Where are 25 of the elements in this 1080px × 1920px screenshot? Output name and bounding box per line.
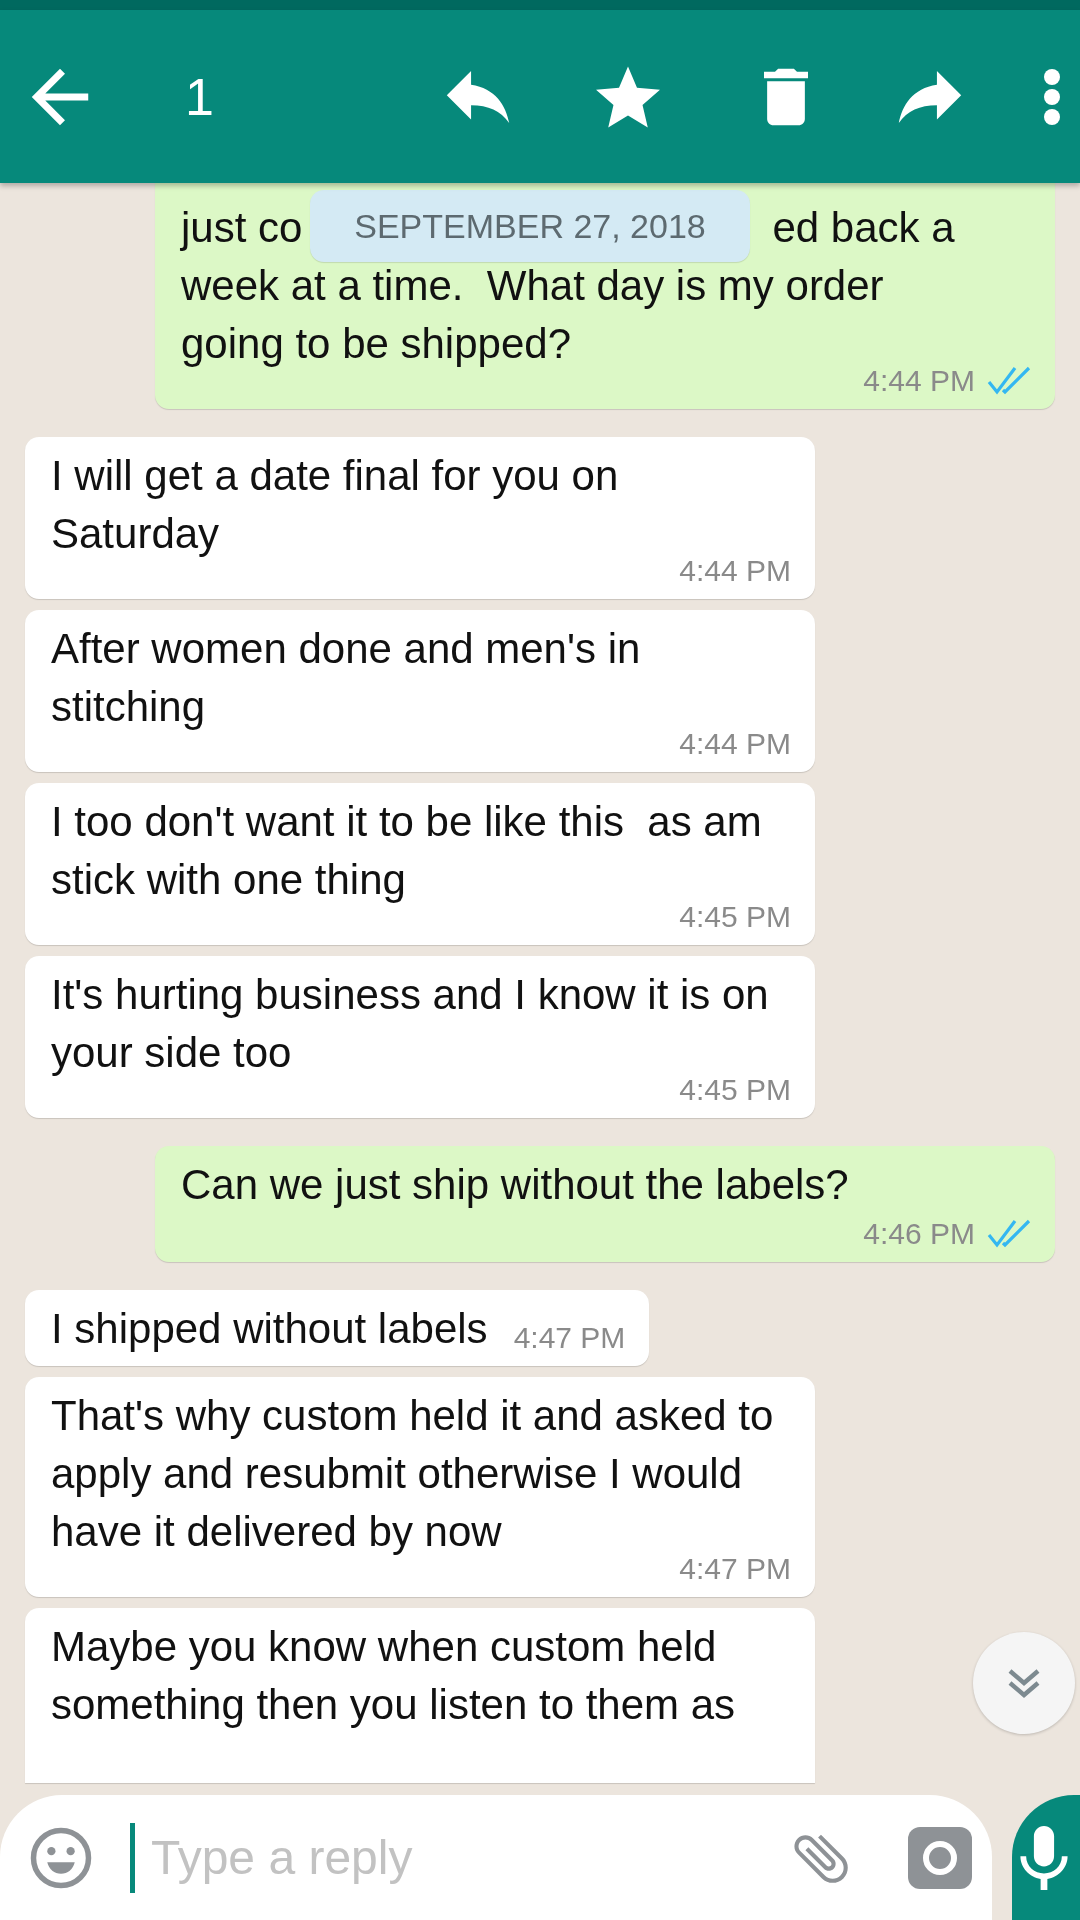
message-time: 4:47 PM	[513, 1320, 626, 1356]
star-button[interactable]	[596, 65, 660, 128]
message-text: ed back a	[772, 203, 955, 253]
delete-button[interactable]	[764, 66, 808, 127]
reply-field[interactable]: Type a reply	[0, 1795, 992, 1920]
message-text: Can we just ship without the labels?	[181, 1160, 849, 1210]
message-input-field[interactable]: Type a reply	[149, 1820, 774, 1895]
selected-count: 1	[185, 66, 214, 128]
microphone-icon	[1018, 1825, 1070, 1890]
message-text: I will get a date final for you on Saturday	[51, 451, 620, 559]
forward-button[interactable]	[898, 70, 962, 123]
microphone-button[interactable]	[1012, 1795, 1080, 1920]
message-text: I shipped without labels	[51, 1304, 488, 1354]
message-text: Maybe you know when custom held something then you listen to them as	[51, 1622, 737, 1730]
message-time: 4:44 PM	[679, 726, 791, 762]
date-chip: SEPTEMBER 27, 2018	[310, 190, 750, 262]
more-options-button[interactable]	[1044, 68, 1060, 125]
message-time: 4:44 PM	[679, 553, 791, 589]
reply-button[interactable]	[446, 70, 510, 123]
message-text: After women done and men's in stitching	[51, 624, 642, 732]
message-text: just co	[181, 203, 303, 253]
message-time: 4:46 PM	[863, 1216, 975, 1252]
camera-icon[interactable]	[908, 1826, 972, 1889]
back-button[interactable]	[30, 66, 90, 127]
text-cursor	[130, 1822, 135, 1893]
